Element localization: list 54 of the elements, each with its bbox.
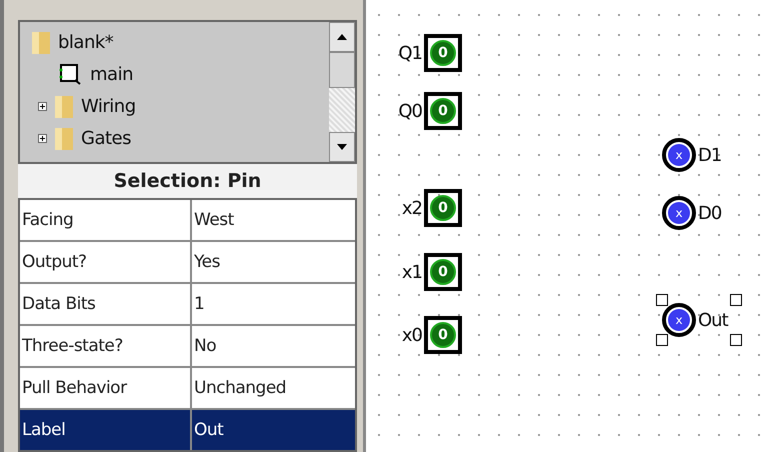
pin-label: x1: [400, 262, 422, 282]
attribute-name: Three-state?: [20, 326, 192, 366]
circuit-icon: [58, 63, 82, 85]
selection-title: Selection: Pin: [18, 164, 357, 198]
pin-label: Out: [698, 310, 728, 330]
attribute-value[interactable]: Yes: [192, 242, 355, 282]
folder-icon: [32, 30, 50, 54]
attribute-row[interactable]: Data Bits 1: [20, 284, 355, 326]
scroll-down-button[interactable]: [329, 132, 355, 162]
tree-item[interactable]: Wiring: [81, 96, 136, 116]
input-pin[interactable]: 0: [424, 253, 462, 291]
scroll-thumb[interactable]: [329, 52, 355, 88]
output-pin[interactable]: x: [662, 196, 696, 230]
attribute-name: Output?: [20, 242, 192, 282]
attribute-value[interactable]: 1: [192, 284, 355, 324]
attribute-name: Pull Behavior: [20, 368, 192, 408]
triangle-down-icon: [337, 144, 347, 150]
tree-item[interactable]: blank*: [58, 32, 114, 52]
input-pin[interactable]: 0: [424, 34, 462, 72]
output-pin[interactable]: x: [662, 303, 696, 337]
attribute-value[interactable]: No: [192, 326, 355, 366]
scroll-up-button[interactable]: [329, 22, 355, 52]
attribute-value[interactable]: West: [192, 200, 355, 240]
attribute-value[interactable]: Out: [192, 410, 355, 450]
attribute-name: Facing: [20, 200, 192, 240]
scrollbar[interactable]: [329, 22, 355, 162]
attribute-row[interactable]: Three-state? No: [20, 326, 355, 368]
tree-item[interactable]: main: [90, 64, 133, 84]
selection-handle[interactable]: [656, 334, 668, 346]
attribute-name: Label: [20, 410, 192, 450]
triangle-up-icon: [337, 34, 347, 40]
attribute-name: Data Bits: [20, 284, 192, 324]
attribute-value[interactable]: Unchanged: [192, 368, 355, 408]
folder-icon: [55, 126, 73, 150]
pin-label: Q0: [397, 100, 422, 122]
pin-label: D0: [698, 202, 722, 224]
pin-label: x2: [400, 198, 422, 218]
pin-label: Q1: [397, 42, 422, 64]
tree-item[interactable]: Gates: [81, 128, 131, 148]
expand-toggle[interactable]: [38, 134, 47, 142]
selection-handle[interactable]: [730, 334, 742, 346]
attribute-row[interactable]: Output? Yes: [20, 242, 355, 284]
pin-label: x0: [400, 324, 422, 346]
pin-label: D1: [698, 144, 722, 166]
input-pin[interactable]: 0: [424, 189, 462, 227]
attribute-row[interactable]: Facing West: [20, 200, 355, 242]
input-pin[interactable]: 0: [424, 316, 462, 354]
selection-handle[interactable]: [730, 294, 742, 306]
expand-toggle[interactable]: [38, 102, 47, 110]
input-pin[interactable]: 0: [424, 92, 462, 130]
folder-icon: [55, 94, 73, 118]
attribute-row[interactable]: Label Out: [20, 410, 355, 450]
selection-handle[interactable]: [656, 294, 668, 306]
output-pin[interactable]: x: [662, 138, 696, 172]
